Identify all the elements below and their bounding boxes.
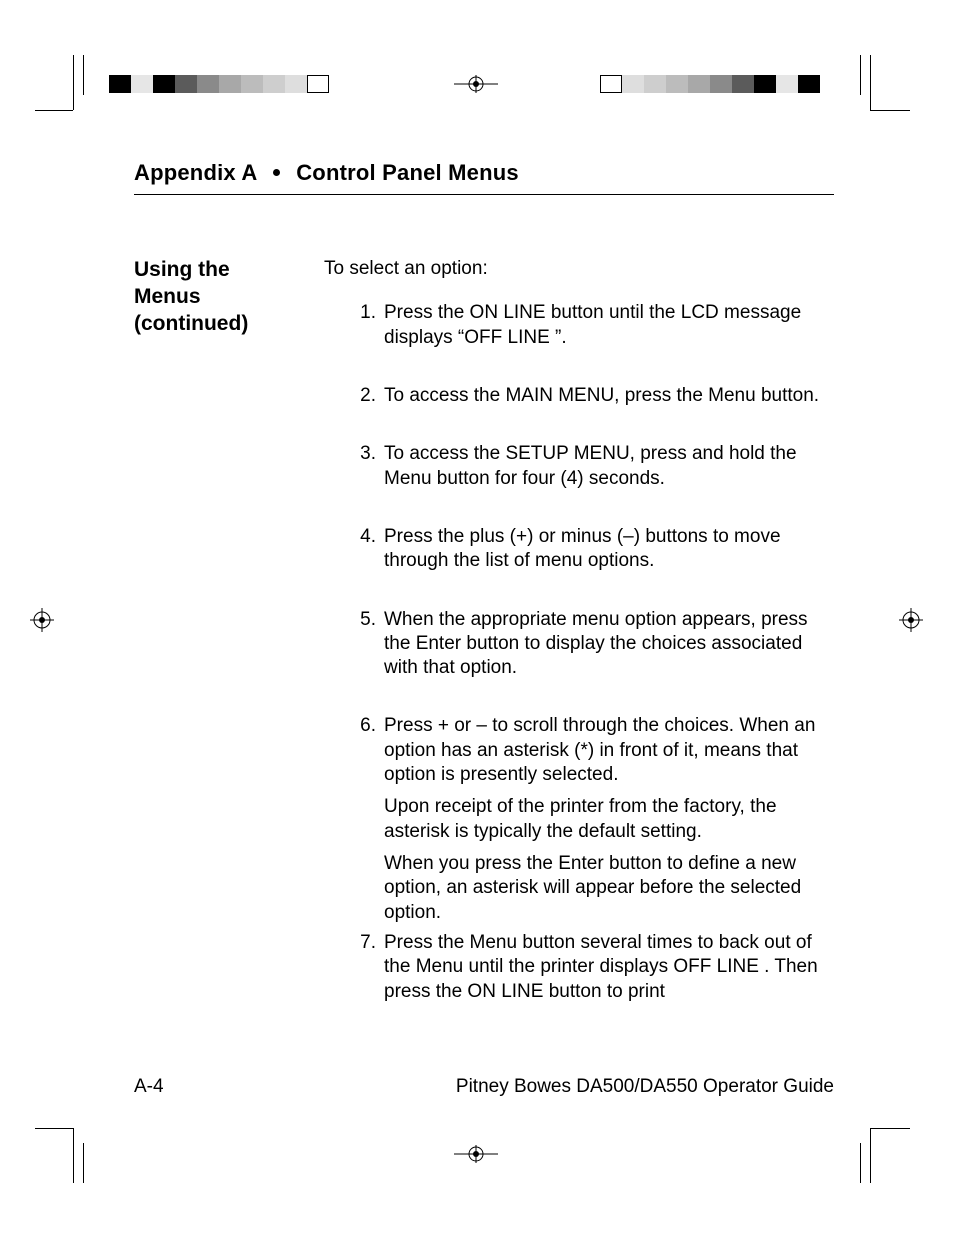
step-item: 1. Press the ON LINE button until the LCD… (324, 301, 834, 350)
step-text: Press the plus (+) or minus (–) buttons … (384, 526, 781, 571)
step-text: When the appropriate menu option appears… (384, 609, 808, 679)
grey-swatch (644, 75, 666, 93)
side-heading-line-2: Menus (134, 284, 324, 311)
grey-swatch (754, 75, 776, 93)
grey-swatch (688, 75, 710, 93)
step-extra-paragraph: When you press the Enter button to defin… (384, 852, 834, 925)
grey-swatch (109, 75, 131, 93)
grey-swatch (710, 75, 732, 93)
grey-swatch (622, 75, 644, 93)
grey-swatch (131, 75, 153, 93)
step-number: 5. (352, 608, 376, 632)
side-heading: Using the Menus (continued) (134, 257, 324, 1038)
grey-step-wedge-left (109, 75, 329, 93)
steps-list: 1. Press the ON LINE button until the LCD… (324, 301, 834, 1004)
step-item: 3. To access the SETUP MENU, press and ho… (324, 442, 834, 491)
header-bullet-icon (273, 169, 280, 176)
page-content: Appendix A Control Panel Menus Using the… (134, 160, 834, 1038)
crop-mark-bottom-right (858, 1128, 918, 1188)
step-item: 7. Press the Menu button several times to… (324, 931, 834, 1004)
page-footer: A-4 Pitney Bowes DA500/DA550 Operator Gu… (134, 1076, 834, 1098)
grey-step-wedge-right (600, 75, 820, 93)
step-text: To access the MAIN MENU, press the Menu … (384, 385, 819, 406)
grey-swatch (666, 75, 688, 93)
step-item: 6. Press + or – to scroll through the cho… (324, 714, 834, 925)
page-header: Appendix A Control Panel Menus (134, 160, 834, 195)
registration-mark-top (454, 75, 498, 93)
crop-mark-top-right (858, 55, 918, 115)
intro-text: To select an option: (324, 257, 834, 281)
step-item: 5. When the appropriate menu option appea… (324, 608, 834, 681)
grey-swatch (153, 75, 175, 93)
step-text: Press the Menu button several times to b… (384, 932, 818, 1002)
footer-page-number: A-4 (134, 1076, 164, 1098)
step-number: 1. (352, 301, 376, 325)
grey-swatch (732, 75, 754, 93)
body-text: To select an option: 1. Press the ON LINE… (324, 257, 834, 1038)
step-text: To access the SETUP MENU, press and hold… (384, 443, 797, 488)
step-extra-paragraph: Upon receipt of the printer from the fac… (384, 795, 834, 844)
step-number: 6. (352, 714, 376, 738)
crop-mark-top-left (35, 55, 95, 115)
registration-mark-right (899, 608, 923, 632)
step-text: Press + or – to scroll through the choic… (384, 715, 815, 785)
step-text: Press the ON LINE button until the LCD m… (384, 302, 801, 347)
side-heading-line-3: (continued) (134, 311, 324, 338)
grey-swatch (175, 75, 197, 93)
step-number: 2. (352, 384, 376, 408)
grey-swatch (600, 75, 622, 93)
grey-swatch (197, 75, 219, 93)
grey-swatch (241, 75, 263, 93)
grey-swatch (219, 75, 241, 93)
header-right: Control Panel Menus (296, 160, 519, 185)
header-left: Appendix A (134, 160, 257, 185)
registration-mark-left (30, 608, 54, 632)
step-number: 7. (352, 931, 376, 955)
grey-swatch (285, 75, 307, 93)
grey-swatch (776, 75, 798, 93)
step-item: 4. Press the plus (+) or minus (–) button… (324, 525, 834, 574)
registration-mark-bottom (454, 1145, 498, 1163)
grey-swatch (263, 75, 285, 93)
step-number: 4. (352, 525, 376, 549)
grey-swatch (798, 75, 820, 93)
crop-mark-bottom-left (35, 1128, 95, 1188)
grey-swatch (307, 75, 329, 93)
side-heading-line-1: Using the (134, 257, 324, 284)
footer-guide-title: Pitney Bowes DA500/DA550 Operator Guide (456, 1076, 834, 1098)
step-number: 3. (352, 442, 376, 466)
step-item: 2. To access the MAIN MENU, press the Men… (324, 384, 834, 408)
